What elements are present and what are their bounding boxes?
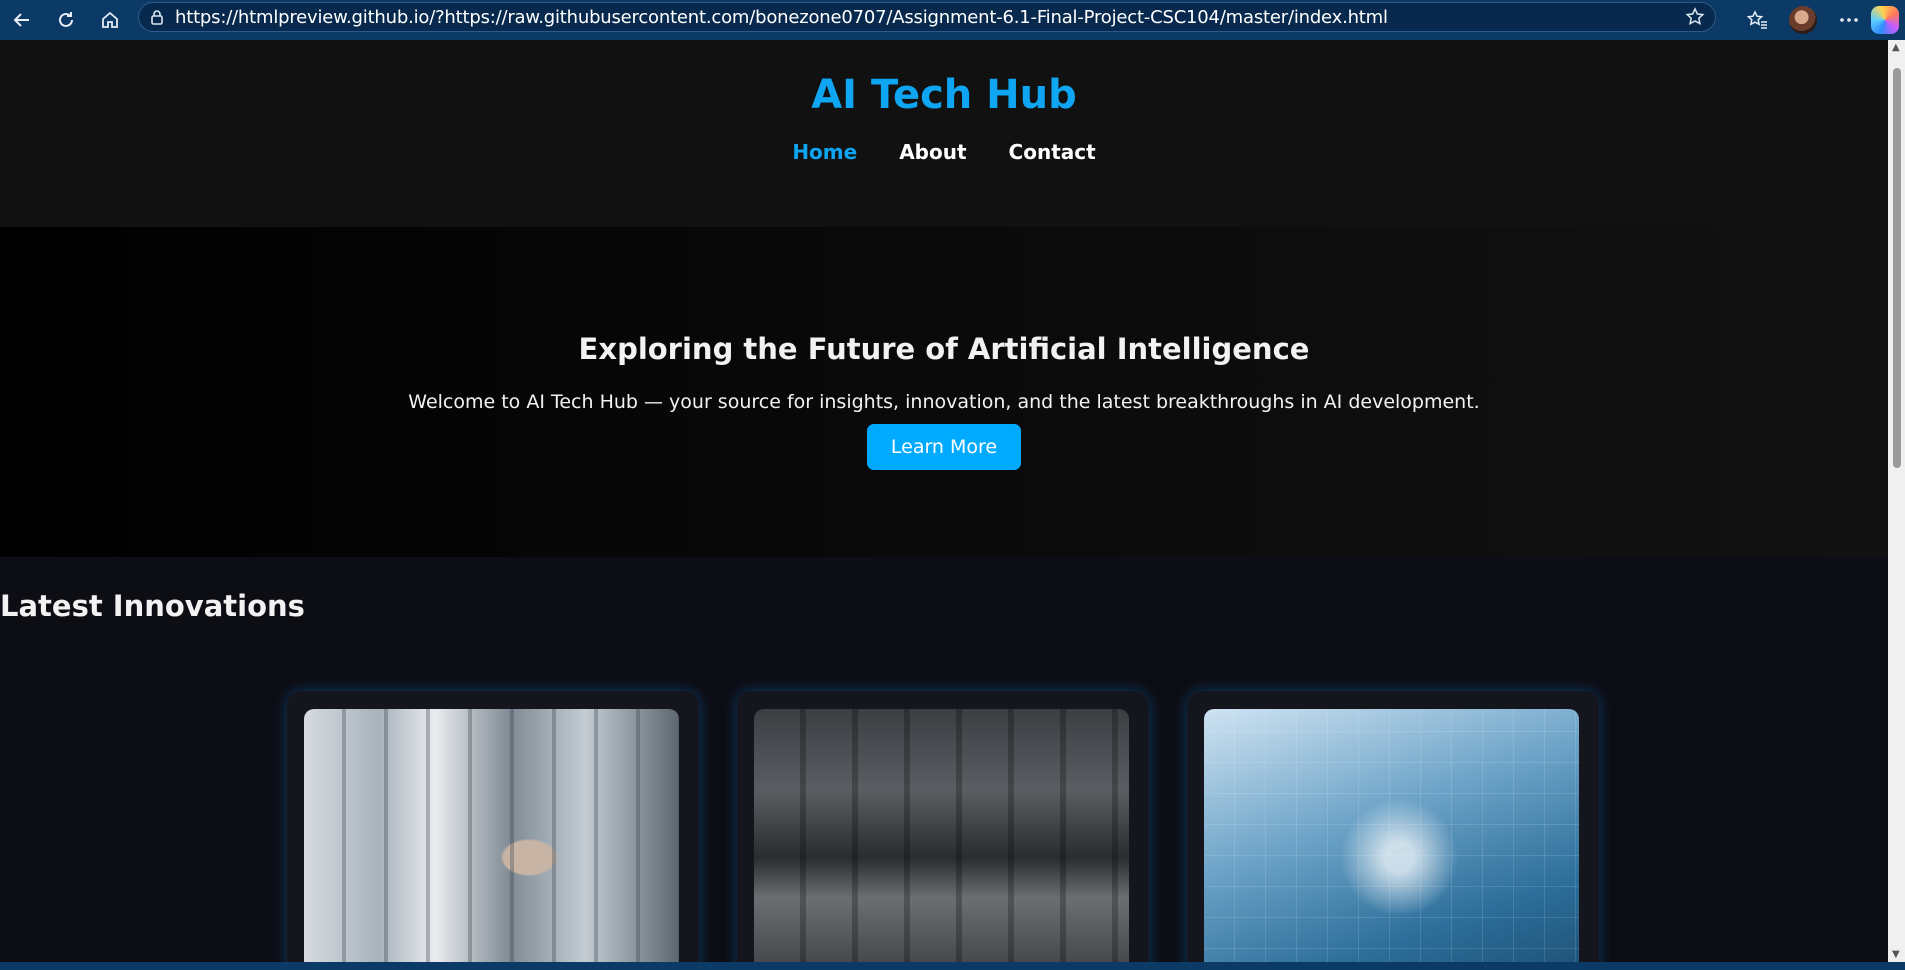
nav-contact[interactable]: Contact bbox=[1009, 140, 1096, 164]
innovations-heading: Latest Innovations bbox=[0, 589, 305, 623]
innovations-section: Latest Innovations bbox=[0, 557, 1888, 962]
address-bar[interactable]: https://htmlpreview.github.io/?https://r… bbox=[138, 2, 1716, 32]
copilot-icon[interactable] bbox=[1871, 6, 1899, 34]
site-nav: Home About Contact bbox=[0, 140, 1888, 164]
home-button[interactable] bbox=[88, 0, 132, 40]
star-icon[interactable] bbox=[1675, 7, 1715, 27]
open-office-image bbox=[754, 709, 1129, 962]
more-button[interactable] bbox=[1827, 0, 1871, 40]
nav-home[interactable]: Home bbox=[792, 140, 857, 164]
site-title: AI Tech Hub bbox=[811, 72, 1077, 118]
learn-more-button[interactable]: Learn More bbox=[866, 424, 1022, 470]
innovation-card-1[interactable] bbox=[287, 691, 699, 962]
hero-text: Welcome to AI Tech Hub — your source for… bbox=[408, 391, 1480, 413]
site-header: AI Tech Hub Home About Contact bbox=[0, 40, 1888, 227]
vertical-scrollbar[interactable]: ▲ ▼ bbox=[1888, 40, 1905, 962]
refresh-button[interactable] bbox=[44, 0, 88, 40]
back-icon bbox=[13, 13, 29, 27]
hero-heading: Exploring the Future of Artificial Intel… bbox=[578, 332, 1310, 366]
card-grid bbox=[0, 691, 1888, 962]
browser-bottom-edge bbox=[0, 962, 1905, 970]
home-icon bbox=[102, 11, 118, 28]
back-button[interactable] bbox=[0, 0, 44, 40]
lock-icon bbox=[139, 9, 175, 25]
scroll-up-icon[interactable]: ▲ bbox=[1892, 42, 1900, 53]
innovation-card-2[interactable] bbox=[737, 691, 1149, 962]
nav-about[interactable]: About bbox=[899, 140, 966, 164]
scroll-down-icon[interactable]: ▼ bbox=[1892, 949, 1900, 960]
innovation-card-3[interactable] bbox=[1187, 691, 1599, 962]
scrollbar-thumb[interactable] bbox=[1893, 68, 1901, 468]
more-icon bbox=[1840, 18, 1858, 22]
browser-toolbar: https://htmlpreview.github.io/?https://r… bbox=[0, 0, 1905, 40]
favorites-button[interactable] bbox=[1735, 0, 1779, 40]
hero-section: Exploring the Future of Artificial Intel… bbox=[0, 227, 1888, 557]
avatar[interactable] bbox=[1789, 6, 1817, 34]
ai-healthcare-image bbox=[1204, 709, 1579, 962]
url-text[interactable]: https://htmlpreview.github.io/?https://r… bbox=[175, 7, 1675, 28]
favorites-icon bbox=[1746, 10, 1767, 29]
refresh-icon bbox=[59, 12, 73, 27]
engineer-lab-image bbox=[304, 709, 679, 962]
page-viewport: AI Tech Hub Home About Contact Exploring… bbox=[0, 40, 1888, 962]
